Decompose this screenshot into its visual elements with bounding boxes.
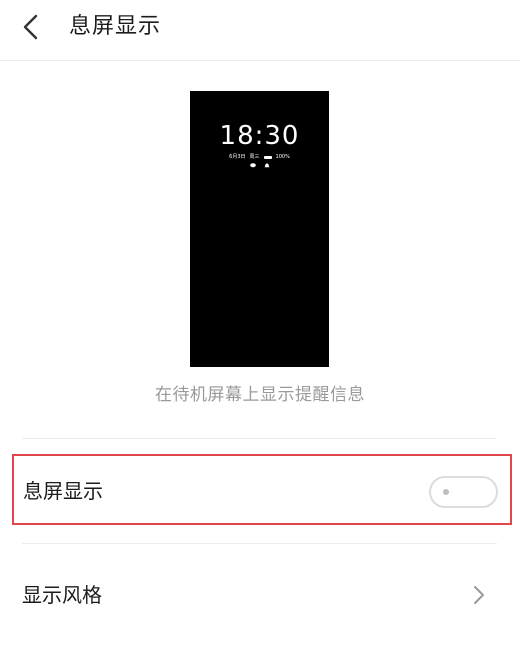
aod-settings-page: 息屏显示 18:30 6月3日 周三 100% 在待机屏幕上显示提醒信息 息屏显… xyxy=(0,0,520,645)
row-divider xyxy=(22,543,497,544)
message-notification-icon xyxy=(249,163,256,168)
chevron-right-icon xyxy=(474,586,484,604)
aod-preview-time: 18:30 xyxy=(219,121,300,151)
preview-caption: 在待机屏幕上显示提醒信息 xyxy=(155,385,365,405)
display-style-row[interactable]: 显示风格 xyxy=(0,562,520,628)
section-divider xyxy=(22,438,497,439)
page-title: 息屏显示 xyxy=(69,14,162,39)
aod-preview-date: 6月3日 xyxy=(229,154,246,160)
aod-toggle-switch[interactable] xyxy=(429,476,498,508)
toggle-off-indicator xyxy=(443,489,449,495)
aod-preview-status: 6月3日 周三 100% xyxy=(190,154,329,160)
back-arrow-icon xyxy=(23,14,38,40)
aod-setting-row[interactable]: 息屏显示 xyxy=(12,454,512,525)
aod-preview-notifications xyxy=(190,163,329,169)
battery-icon xyxy=(263,155,272,159)
display-style-label: 显示风格 xyxy=(22,583,102,607)
aod-preview-battery: 100% xyxy=(275,154,290,160)
aod-preview-weekday: 周三 xyxy=(249,154,260,160)
bell-notification-icon xyxy=(264,163,269,168)
aod-setting-label: 息屏显示 xyxy=(23,479,103,503)
back-button[interactable] xyxy=(14,10,48,44)
aod-preview-image: 18:30 6月3日 周三 100% xyxy=(190,91,329,367)
app-header: 息屏显示 xyxy=(0,0,520,61)
